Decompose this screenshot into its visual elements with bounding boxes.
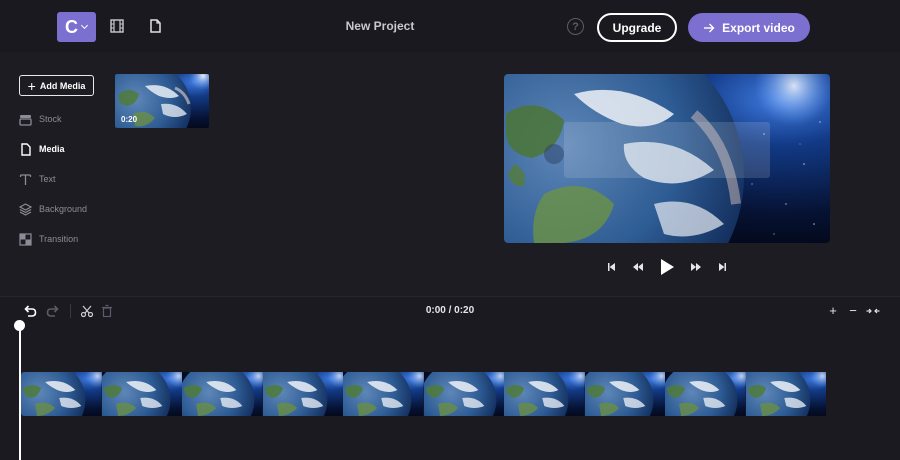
skip-to-end-icon[interactable] <box>719 263 726 271</box>
project-title[interactable]: New Project <box>300 19 460 33</box>
redo-icon[interactable] <box>46 304 60 318</box>
timecode: 0:00 / 0:20 <box>425 305 475 316</box>
top-bar: C New Project ? Upgrade Export video <box>0 0 900 52</box>
transition-icon <box>19 232 32 246</box>
logo: C <box>65 17 78 37</box>
export-video-button[interactable]: Export video <box>688 13 810 42</box>
logo-menu-button[interactable]: C <box>57 12 96 42</box>
help-icon[interactable]: ? <box>567 18 584 35</box>
filmstrip-frame <box>584 372 665 416</box>
filmstrip-frame <box>665 372 746 416</box>
filmstrip-frame <box>21 372 102 416</box>
duration-label: 0:20 <box>121 115 138 124</box>
sidebar-item-stock[interactable]: Stock <box>19 111 62 127</box>
text-icon <box>19 173 32 185</box>
playhead-handle[interactable] <box>14 320 25 331</box>
skip-to-start-icon[interactable] <box>608 263 615 271</box>
sidebar-item-text[interactable]: Text <box>19 171 56 187</box>
sidebar-item-label: Media <box>39 144 65 154</box>
media-file-icon <box>21 142 31 156</box>
filmstrip-frame <box>504 372 585 416</box>
layers-icon <box>19 202 32 216</box>
stock-icon <box>19 114 32 126</box>
rewind-icon[interactable] <box>633 263 643 271</box>
sidebar-item-label: Stock <box>39 114 62 124</box>
sidebar-item-label: Background <box>39 204 88 214</box>
filmstrip-frame <box>343 372 424 416</box>
add-media-label: Add Media <box>39 80 86 91</box>
upgrade-button[interactable]: Upgrade <box>597 13 677 42</box>
sidebar-item-background[interactable]: Background <box>19 201 87 217</box>
filmstrip-frame <box>182 372 263 416</box>
fast-forward-icon[interactable] <box>691 263 701 271</box>
toolbar-divider <box>70 304 71 318</box>
export-video-label: Export video <box>722 20 795 35</box>
trash-icon[interactable] <box>100 304 114 318</box>
sidebar-item-label: Transition <box>39 234 79 244</box>
media-library-item[interactable]: 0:20 <box>115 74 209 128</box>
video-track-clip[interactable] <box>21 372 844 416</box>
play-icon[interactable] <box>661 259 674 275</box>
earth-video-frame <box>504 74 830 243</box>
filmstrip-frame <box>423 372 504 416</box>
player-controls <box>608 259 726 275</box>
film-icon[interactable] <box>109 18 125 34</box>
filmstrip-frame <box>745 372 826 416</box>
scissors-icon[interactable] <box>80 304 94 318</box>
zoom-out-button[interactable]: − <box>847 304 859 317</box>
sidebar-item-transition[interactable]: Transition <box>19 231 78 247</box>
filmstrip-frame <box>101 372 182 416</box>
filmstrip-frame <box>262 372 343 416</box>
video-preview[interactable] <box>504 74 830 243</box>
sidebar-item-label: Text <box>39 174 56 184</box>
plus-icon: + <box>27 77 36 94</box>
arrow-right-icon <box>704 23 715 32</box>
divider <box>0 296 900 297</box>
playhead-line[interactable] <box>19 330 21 460</box>
undo-icon[interactable] <box>23 304 37 318</box>
fit-timeline-icon[interactable] <box>866 306 880 316</box>
add-media-button[interactable]: + Add Media <box>19 75 94 96</box>
sidebar-item-media[interactable]: Media <box>19 141 65 157</box>
zoom-in-button[interactable]: + <box>827 304 839 317</box>
file-icon[interactable] <box>147 18 163 34</box>
chevron-down-icon <box>80 21 89 30</box>
